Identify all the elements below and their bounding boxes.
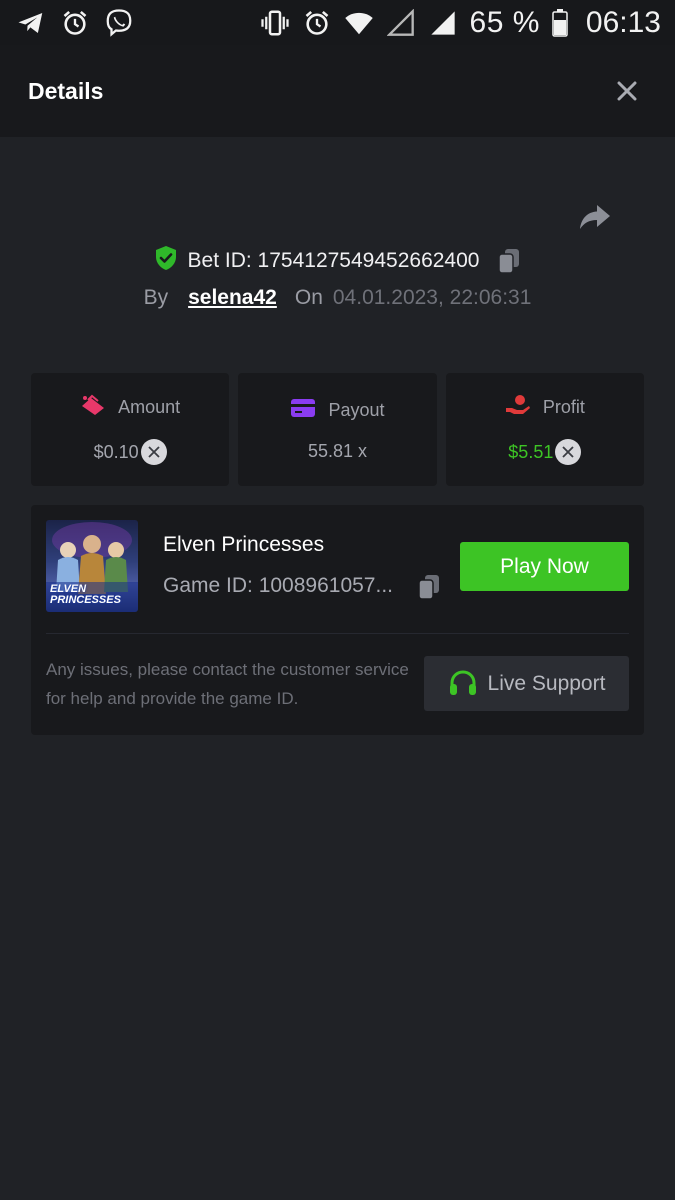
stat-amount-label: Amount [118, 397, 181, 417]
page-title: Details [28, 77, 104, 104]
on-label: On [294, 286, 323, 309]
coin-icon [140, 439, 167, 465]
details-header: Details [0, 45, 675, 137]
thumbnail-title: ELVEN PRINCESSES [50, 583, 121, 606]
bet-meta-row: By selena42 On 04.01.2023, 22:06:31 [0, 286, 675, 310]
signal-icon [428, 8, 458, 38]
payout-card-icon [290, 398, 316, 423]
bet-id: Bet ID: 1754127549452662400 [187, 248, 480, 272]
clock: 06:13 [585, 5, 661, 39]
divider [46, 633, 629, 634]
stat-profit: Profit $5.51 [445, 373, 644, 486]
game-panel: ELVEN PRINCESSES Elven Princesses Game I… [31, 505, 644, 735]
wifi-icon [344, 8, 374, 38]
copy-game-id-button[interactable] [417, 574, 441, 605]
stat-payout-value: 55.81 x [307, 440, 368, 461]
vibrate-icon [260, 8, 290, 38]
bet-date: 04.01.2023, 22:06:31 [332, 286, 532, 309]
copy-icon [418, 575, 439, 600]
play-now-button[interactable]: Play Now [460, 542, 629, 591]
coin-icon [555, 439, 582, 465]
signal-empty-icon [386, 8, 416, 38]
alarm-icon [302, 8, 332, 38]
headset-icon [448, 669, 478, 698]
stat-amount-value: $0.10 [93, 441, 139, 462]
close-button[interactable] [607, 71, 647, 111]
game-thumbnail[interactable]: ELVEN PRINCESSES [46, 520, 138, 612]
status-bar: 65 % 06:13 [0, 0, 675, 45]
telegram-icon [16, 8, 46, 38]
by-label: By [143, 286, 169, 309]
stat-payout: Payout 55.81 x [238, 373, 437, 486]
username-link[interactable]: selena42 [188, 286, 277, 310]
live-support-button[interactable]: Live Support [424, 656, 629, 711]
alarm-icon [60, 8, 90, 38]
support-note: Any issues, please contact the customer … [46, 660, 409, 708]
viber-icon [104, 8, 134, 38]
battery-icon [552, 8, 568, 38]
copy-bet-id-button[interactable] [497, 248, 521, 274]
copy-icon [498, 248, 520, 274]
game-name: Elven Princesses [163, 533, 325, 556]
share-button[interactable] [576, 198, 614, 236]
amount-icon [80, 394, 106, 421]
profit-hand-icon [505, 394, 531, 421]
game-id: Game ID: 1008961057... [163, 574, 393, 597]
bet-id-row: Bet ID: 1754127549452662400 [0, 245, 675, 276]
stat-payout-label: Payout [328, 399, 385, 420]
close-icon [617, 81, 637, 101]
verified-shield-icon [154, 245, 178, 276]
stat-profit-value: $5.51 [508, 441, 554, 462]
stat-amount: Amount $0.10 [31, 373, 230, 486]
live-support-label: Live Support [487, 671, 606, 695]
stat-profit-label: Profit [542, 397, 585, 417]
share-icon [580, 205, 610, 229]
battery-percent: 65 % [469, 5, 540, 39]
bet-stats: Amount $0.10 Payout 55.81 x Profit $5.51 [31, 373, 644, 486]
